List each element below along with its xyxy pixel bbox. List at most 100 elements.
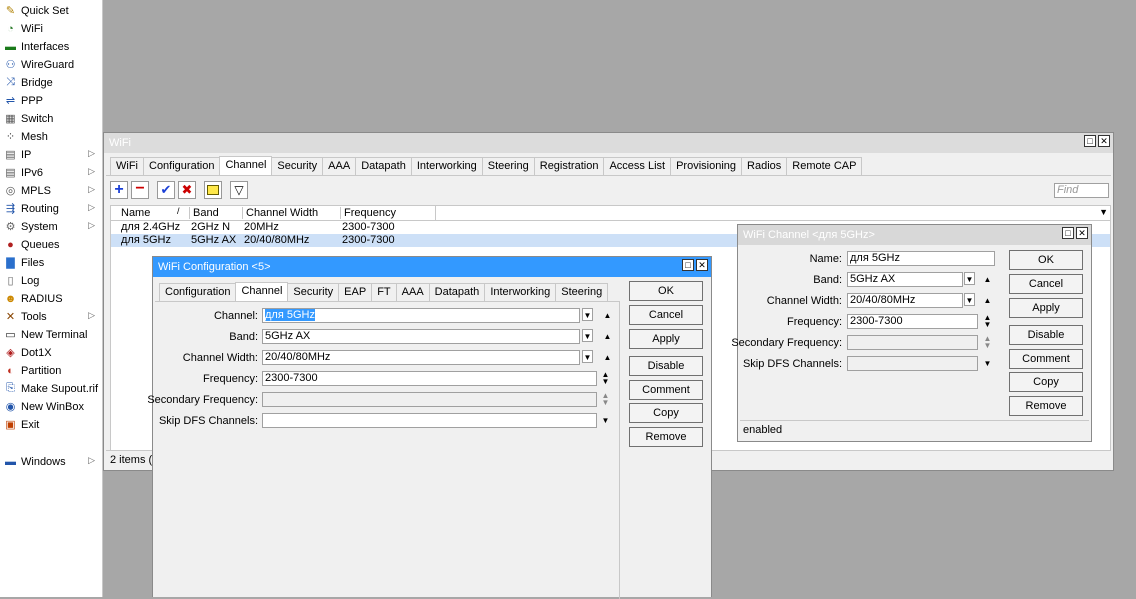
tab-remote-cap[interactable]: Remote CAP [786, 157, 863, 175]
tab-channel[interactable]: Channel [219, 156, 273, 175]
filter-icon[interactable]: ▽ [230, 181, 248, 199]
apply-button[interactable]: Apply [629, 329, 703, 349]
tab-configuration[interactable]: Configuration [159, 283, 237, 301]
tab-steering[interactable]: Steering [481, 157, 535, 175]
maximize-icon[interactable]: □ [1062, 227, 1074, 239]
copy-button[interactable]: Copy [629, 403, 703, 423]
cancel-button[interactable]: Cancel [629, 305, 703, 325]
tab-security[interactable]: Security [271, 157, 324, 175]
skip-dfs-dropdown-icon[interactable]: ▼ [983, 360, 992, 368]
width-dropdown-icon[interactable]: ▼ [582, 350, 593, 363]
wifi-window-titlebar[interactable]: WiFi □ ✕ [104, 133, 1113, 153]
comment-button[interactable]: Comment [629, 380, 703, 400]
sidebar-item-new-winbox[interactable]: ◉ New WinBox [0, 398, 101, 415]
ok-button[interactable]: OK [1009, 250, 1083, 270]
cancel-button[interactable]: Cancel [1009, 274, 1083, 294]
sidebar-item-switch[interactable]: ▦ Switch [0, 110, 101, 127]
config-window-titlebar[interactable]: WiFi Configuration <5> □ ✕ [153, 257, 711, 277]
channel-dropdown-icon[interactable]: ▼ [582, 308, 593, 321]
name-input[interactable]: для 5GHz [847, 251, 995, 266]
sidebar-item-files[interactable]: ▇ Files [0, 254, 101, 271]
sidebar-item-routing[interactable]: ⇶ Routing ▷ [0, 200, 101, 217]
tab-radios[interactable]: Radios [741, 157, 788, 175]
width-collapse-icon[interactable]: ▲ [983, 297, 992, 305]
sidebar-item-wifi[interactable]: ◔ WiFi [0, 20, 101, 37]
tab-interworking[interactable]: Interworking [410, 157, 483, 175]
sidebar-item-wireguard[interactable]: ⚇ WireGuard [0, 56, 101, 73]
columns-dropdown-icon[interactable]: ▼ [1099, 207, 1108, 217]
ok-button[interactable]: OK [629, 281, 703, 301]
tab-provisioning[interactable]: Provisioning [670, 157, 743, 175]
channel-width-select[interactable]: 20/40/80MHz [262, 350, 580, 365]
sidebar-item-interfaces[interactable]: ▬ Interfaces [0, 38, 101, 55]
band-dropdown-icon[interactable]: ▼ [582, 329, 593, 342]
channel-select[interactable]: для 5GHz [262, 308, 580, 323]
sidebar-item-queues[interactable]: ● Queues [0, 236, 101, 253]
sidebar-item-exit[interactable]: ▣ Exit [0, 416, 101, 433]
maximize-icon[interactable]: □ [682, 259, 694, 271]
tab-ft[interactable]: FT [371, 283, 397, 301]
copy-button[interactable]: Copy [1009, 372, 1083, 392]
sidebar-item-tools[interactable]: ✕ Tools ▷ [0, 308, 101, 325]
column-channel-width[interactable]: Channel Width [242, 207, 318, 219]
channel-window-titlebar[interactable]: WiFi Channel <для 5GHz> □ ✕ [738, 225, 1091, 245]
frequency-updown-icon[interactable]: ▲ ▼ [983, 314, 992, 329]
maximize-icon[interactable]: □ [1084, 135, 1096, 147]
sidebar-item-dot1x[interactable]: ◈ Dot1X [0, 344, 101, 361]
sidebar-item-log[interactable]: ▯ Log [0, 272, 101, 289]
find-input[interactable]: Find [1054, 183, 1109, 198]
secondary-frequency-input[interactable] [847, 335, 978, 350]
sidebar-item-ppp[interactable]: ⇌ PPP [0, 92, 101, 109]
tab-datapath[interactable]: Datapath [355, 157, 412, 175]
sidebar-item-new-terminal[interactable]: ▭ New Terminal [0, 326, 101, 343]
disable-button[interactable]: Disable [1009, 325, 1083, 345]
column-band[interactable]: Band [189, 207, 219, 219]
skip-dfs-select[interactable] [262, 413, 597, 428]
enable-icon[interactable]: ✔ [157, 181, 175, 199]
apply-button[interactable]: Apply [1009, 298, 1083, 318]
frequency-input[interactable]: 2300-7300 [262, 371, 597, 386]
disable-icon[interactable]: ✖ [178, 181, 196, 199]
tab-channel[interactable]: Channel [235, 282, 289, 301]
comment-button[interactable]: Comment [1009, 349, 1083, 369]
tab-aaa[interactable]: AAA [395, 283, 430, 301]
tab-registration[interactable]: Registration [533, 157, 605, 175]
sidebar-item-mesh[interactable]: ⁘ Mesh [0, 128, 101, 145]
remove-button[interactable]: Remove [1009, 396, 1083, 416]
comment-icon[interactable] [204, 181, 222, 199]
tab-wifi[interactable]: WiFi [110, 157, 144, 175]
channel-width-select[interactable]: 20/40/80MHz [847, 293, 963, 308]
band-select[interactable]: 5GHz AX [847, 272, 963, 287]
frequency-updown-icon[interactable]: ▲ ▼ [601, 371, 610, 386]
width-dropdown-icon[interactable]: ▼ [964, 293, 975, 306]
tab-access-list[interactable]: Access List [603, 157, 672, 175]
sidebar-item-mpls[interactable]: ◎ MPLS ▷ [0, 182, 101, 199]
sidebar-item-partition[interactable]: ◐ Partition [0, 362, 101, 379]
band-select[interactable]: 5GHz AX [262, 329, 580, 344]
tab-security[interactable]: Security [287, 283, 340, 301]
column-name[interactable]: Name [121, 207, 150, 219]
secondary-frequency-input[interactable] [262, 392, 597, 407]
tab-aaa[interactable]: AAA [322, 157, 357, 175]
tab-datapath[interactable]: Datapath [428, 283, 486, 301]
skip-dfs-select[interactable] [847, 356, 978, 371]
sidebar-item-make-supout-rif[interactable]: ⎘ Make Supout.rif [0, 380, 101, 397]
tab-steering[interactable]: Steering [555, 283, 609, 301]
remove-icon[interactable]: − [131, 181, 149, 199]
tab-interworking[interactable]: Interworking [484, 283, 557, 301]
sidebar-item-ip[interactable]: ▤ IP ▷ [0, 146, 101, 163]
width-collapse-icon[interactable]: ▲ [603, 354, 612, 362]
sidebar-item-system[interactable]: ⚙ System ▷ [0, 218, 101, 235]
sidebar-item-quick-set[interactable]: ✎ Quick Set [0, 2, 101, 19]
close-icon[interactable]: ✕ [1098, 135, 1110, 147]
sidebar-item-radius[interactable]: ☻ RADIUS [0, 290, 101, 307]
band-dropdown-icon[interactable]: ▼ [964, 272, 975, 285]
close-icon[interactable]: ✕ [1076, 227, 1088, 239]
secondary-frequency-updown-icon[interactable]: ▲ ▼ [983, 335, 992, 350]
disable-button[interactable]: Disable [629, 356, 703, 376]
secondary-frequency-updown-icon[interactable]: ▲ ▼ [601, 392, 610, 407]
add-icon[interactable]: + [110, 181, 128, 199]
band-collapse-icon[interactable]: ▲ [983, 276, 992, 284]
band-collapse-icon[interactable]: ▲ [603, 333, 612, 341]
skip-dfs-dropdown-icon[interactable]: ▼ [601, 417, 610, 425]
